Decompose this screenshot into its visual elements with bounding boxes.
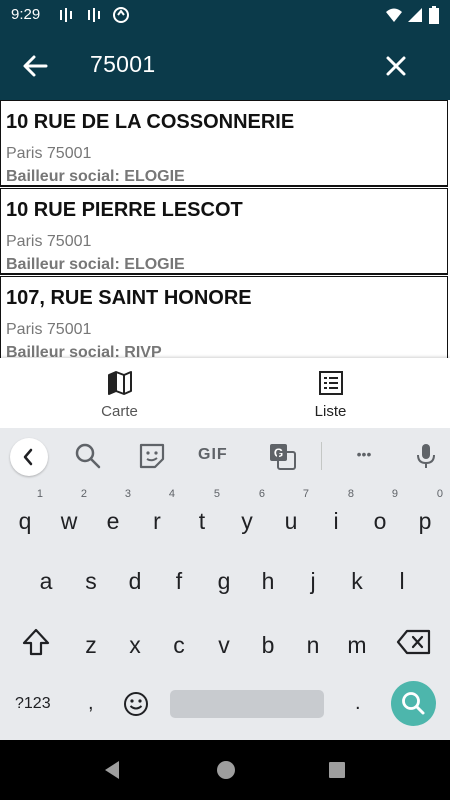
result-address: 10 RUE PIERRE LESCOT (6, 199, 243, 221)
result-card[interactable]: 107, RUE SAINT HONORE Paris 75001 Baille… (0, 276, 448, 358)
key-z[interactable]: z (69, 620, 113, 670)
signal-icon (60, 8, 72, 22)
nav-home-icon[interactable] (216, 760, 236, 780)
search-query[interactable]: 75001 (90, 51, 155, 78)
emoji-icon[interactable] (122, 690, 150, 718)
shift-icon[interactable] (20, 626, 52, 658)
key-c[interactable]: c (157, 620, 201, 670)
key-l[interactable]: l (380, 556, 424, 606)
symbols-key[interactable]: ?123 (15, 695, 51, 713)
key-t[interactable]: 5t (180, 488, 224, 546)
space-key[interactable] (170, 690, 324, 718)
arrow-back-icon[interactable] (18, 50, 52, 82)
result-city: Paris 75001 (6, 233, 92, 250)
battery-icon (429, 6, 439, 24)
toolbar-divider (321, 442, 322, 470)
result-city: Paris 75001 (6, 145, 92, 162)
result-city: Paris 75001 (6, 321, 92, 338)
app-bar: 75001 (0, 30, 450, 100)
system-nav-bar (0, 740, 450, 800)
more-icon[interactable]: ••• (348, 446, 380, 478)
key-n[interactable]: n (291, 620, 335, 670)
result-landlord: Bailleur social: ELOGIE (6, 168, 185, 185)
key-h[interactable]: h (246, 556, 290, 606)
backspace-icon[interactable] (396, 628, 432, 656)
key-i[interactable]: 8i (314, 488, 358, 546)
key-o[interactable]: 9o (358, 488, 402, 546)
tab-liste[interactable]: Liste (218, 358, 443, 428)
key-g[interactable]: g (202, 556, 246, 606)
keyboard-toolbar: GIF G ••• (0, 428, 450, 484)
nav-recents-icon[interactable] (328, 761, 346, 779)
wifi-icon (386, 8, 402, 22)
list-icon (319, 371, 343, 395)
search-icon[interactable] (72, 440, 104, 472)
gif-icon[interactable]: GIF (198, 446, 238, 478)
mic-icon[interactable] (410, 440, 442, 472)
key-e[interactable]: 3e (91, 488, 135, 546)
keyboard: GIF G ••• 1q 2w 3e 4r 5t 6y 7u 8i 9o 0p … (0, 428, 450, 740)
status-bar: 9:29 (0, 0, 450, 30)
result-card[interactable]: 10 RUE DE LA COSSONNERIE Paris 75001 Bai… (0, 100, 448, 187)
translate-icon[interactable]: G (266, 440, 298, 472)
result-card[interactable]: 10 RUE PIERRE LESCOT Paris 75001 Bailleu… (0, 188, 448, 275)
key-d[interactable]: d (113, 556, 157, 606)
key-f[interactable]: f (157, 556, 201, 606)
key-w[interactable]: 2w (47, 488, 91, 546)
result-landlord: Bailleur social: ELOGIE (6, 256, 185, 273)
sticker-icon[interactable] (136, 440, 168, 472)
results-list: 10 RUE DE LA COSSONNERIE Paris 75001 Bai… (0, 100, 450, 358)
key-p[interactable]: 0p (403, 488, 447, 546)
search-icon (402, 692, 425, 715)
key-y[interactable]: 6y (225, 488, 269, 546)
period-key[interactable]: . (355, 692, 361, 715)
result-landlord: Bailleur social: RIVP (6, 344, 162, 358)
close-icon[interactable] (380, 50, 412, 82)
back-chevron-button[interactable] (10, 438, 48, 476)
key-u[interactable]: 7u (269, 488, 313, 546)
signal-icon (88, 8, 100, 22)
back-chevron-icon (23, 448, 33, 466)
key-j[interactable]: j (291, 556, 335, 606)
key-k[interactable]: k (335, 556, 379, 606)
key-q[interactable]: 1q (3, 488, 47, 546)
key-v[interactable]: v (202, 620, 246, 670)
result-address: 107, RUE SAINT HONORE (6, 287, 252, 309)
key-r[interactable]: 4r (135, 488, 179, 546)
cellular-icon (408, 8, 422, 22)
key-x[interactable]: x (113, 620, 157, 670)
key-m[interactable]: m (335, 620, 379, 670)
key-s[interactable]: s (69, 556, 113, 606)
tab-carte[interactable]: Carte (7, 358, 232, 428)
sync-icon (113, 7, 129, 23)
nav-back-icon[interactable] (102, 760, 122, 780)
comma-key[interactable]: , (88, 692, 94, 715)
tab-carte-label: Carte (101, 403, 138, 420)
map-icon (108, 371, 132, 395)
tab-liste-label: Liste (314, 403, 347, 420)
status-time: 9:29 (11, 6, 41, 23)
result-address: 10 RUE DE LA COSSONNERIE (6, 111, 295, 133)
search-action-key[interactable] (391, 681, 436, 726)
key-b[interactable]: b (246, 620, 290, 670)
key-a[interactable]: a (24, 556, 68, 606)
bottom-nav: Carte Liste (0, 358, 450, 428)
